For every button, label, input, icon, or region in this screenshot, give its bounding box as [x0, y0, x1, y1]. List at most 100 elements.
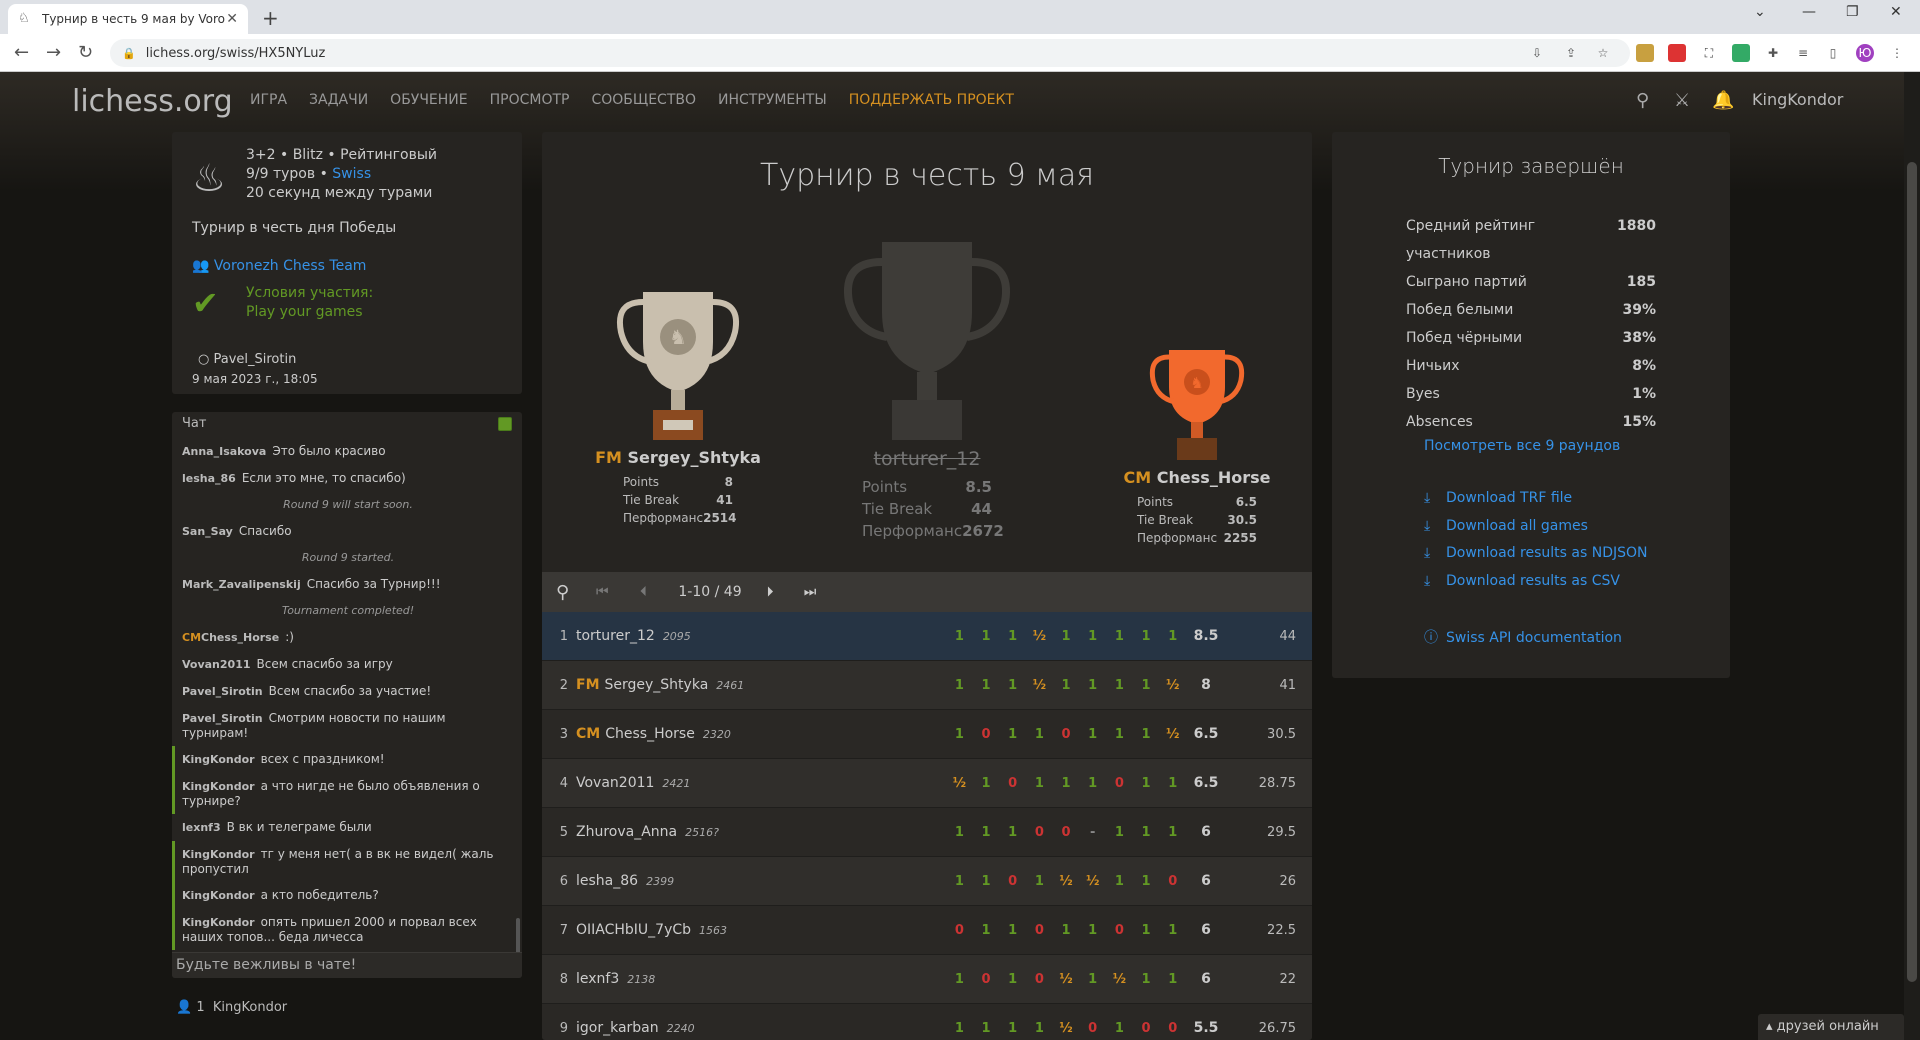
- prev-page-icon[interactable]: ⏴: [640, 584, 670, 600]
- standings-row[interactable]: 9 igor_karban 2240 1 1 1 1 ½ 0 1 0 0 5.5 26.75: [542, 1004, 1312, 1040]
- tab-search-icon[interactable]: ⌄: [1754, 4, 1766, 20]
- share-icon[interactable]: ⇪: [1562, 44, 1580, 62]
- chat-toggle-checkbox[interactable]: [498, 417, 512, 431]
- round-result[interactable]: 1: [1159, 776, 1186, 791]
- player-cell[interactable]: CM Chess_Horse 2320: [576, 726, 946, 742]
- install-icon[interactable]: ⇩: [1528, 44, 1546, 62]
- round-result[interactable]: 0: [1159, 1021, 1186, 1036]
- round-result[interactable]: 1: [946, 825, 973, 840]
- round-result[interactable]: ½: [1053, 874, 1080, 889]
- url-field[interactable]: 🔒 lichess.org/swiss/HX5NYLuz: [110, 39, 1630, 67]
- standings-row[interactable]: 8 lexnf3 2138 1 0 1 0 ½ 1 ½ 1 1 6 22: [542, 955, 1312, 1004]
- round-result[interactable]: 0: [1026, 923, 1053, 938]
- round-result[interactable]: 1: [999, 727, 1026, 742]
- round-result[interactable]: 1: [973, 678, 1000, 693]
- round-result[interactable]: 1: [1159, 923, 1186, 938]
- round-result[interactable]: ½: [1053, 972, 1080, 987]
- round-result[interactable]: ½: [1026, 678, 1053, 693]
- round-result[interactable]: 1: [1159, 629, 1186, 644]
- third-player-name[interactable]: CM Chess_Horse: [1102, 468, 1292, 487]
- round-result[interactable]: 1: [1026, 776, 1053, 791]
- new-tab-button[interactable]: +: [262, 6, 279, 30]
- standings-row[interactable]: 4 Vovan2011 2421 ½ 1 0 1 1 1 0 1 1 6.5 28.75: [542, 759, 1312, 808]
- creator-link[interactable]: ○ Pavel_Sirotin: [198, 352, 296, 367]
- round-result[interactable]: 1: [1106, 825, 1133, 840]
- round-result[interactable]: ½: [946, 776, 973, 791]
- bookmark-star-icon[interactable]: ☆: [1594, 44, 1612, 62]
- round-result[interactable]: 1: [999, 923, 1026, 938]
- round-result[interactable]: 1: [999, 972, 1026, 987]
- round-result[interactable]: 0: [1106, 923, 1133, 938]
- chat-author[interactable]: KingKondor: [182, 889, 255, 902]
- round-result[interactable]: ½: [1106, 972, 1133, 987]
- menu-icon[interactable]: ⋮: [1888, 44, 1906, 62]
- round-result[interactable]: 1: [1133, 923, 1160, 938]
- download-ndjson-link[interactable]: ⤓ Download results as NDJSON: [1424, 545, 1647, 561]
- user-menu[interactable]: KingKondor: [1752, 90, 1843, 109]
- round-result[interactable]: 1: [973, 1021, 1000, 1036]
- round-result[interactable]: 1: [1133, 825, 1160, 840]
- chat-author[interactable]: Pavel_Sirotin: [182, 685, 263, 698]
- round-result[interactable]: 1: [946, 1021, 973, 1036]
- player-cell[interactable]: Zhurova_Anna 2516?: [576, 824, 946, 840]
- round-result[interactable]: 1: [973, 776, 1000, 791]
- round-result[interactable]: 1: [1106, 727, 1133, 742]
- download-trf-link[interactable]: ⤓ Download TRF file: [1424, 490, 1572, 506]
- round-result[interactable]: ½: [1159, 678, 1186, 693]
- round-result[interactable]: 0: [1106, 776, 1133, 791]
- friends-online-box[interactable]: ▴ друзей онлайн: [1758, 1014, 1904, 1040]
- extension-icon[interactable]: [1636, 44, 1654, 62]
- standings-row[interactable]: 3 CM Chess_Horse 2320 1 0 1 1 0 1 1 1 ½ 6.5 30.5: [542, 710, 1312, 759]
- extension-icon[interactable]: [1732, 44, 1750, 62]
- round-result[interactable]: 0: [973, 972, 1000, 987]
- search-icon[interactable]: ⚲: [1636, 90, 1649, 111]
- round-result[interactable]: ½: [1026, 629, 1053, 644]
- round-result[interactable]: 1: [999, 825, 1026, 840]
- scrollbar-thumb[interactable]: [1907, 162, 1917, 982]
- team-link[interactable]: 👥 Voronezh Chess Team: [192, 258, 366, 274]
- round-result[interactable]: 1: [1133, 776, 1160, 791]
- chat-author[interactable]: Pavel_Sirotin: [182, 712, 263, 725]
- round-result[interactable]: 1: [1133, 727, 1160, 742]
- puzzle-icon[interactable]: ✚: [1764, 44, 1782, 62]
- last-page-icon[interactable]: ⏭: [790, 584, 830, 600]
- download-csv-link[interactable]: ⤓ Download results as CSV: [1424, 573, 1620, 589]
- close-tab-icon[interactable]: ✕: [226, 11, 238, 27]
- round-result[interactable]: 1: [973, 629, 1000, 644]
- round-result[interactable]: 1: [1079, 629, 1106, 644]
- round-result[interactable]: 1: [1026, 1021, 1053, 1036]
- player-cell[interactable]: lesha_86 2399: [576, 873, 946, 889]
- round-result[interactable]: 0: [1053, 727, 1080, 742]
- standings-row[interactable]: 6 lesha_86 2399 1 1 0 1 ½ ½ 1 1 0 6 26: [542, 857, 1312, 906]
- chat-author[interactable]: Vovan2011: [182, 658, 251, 671]
- chat-author[interactable]: KingKondor: [182, 753, 255, 766]
- round-result[interactable]: 1: [973, 874, 1000, 889]
- round-result[interactable]: 1: [1159, 825, 1186, 840]
- standings-row[interactable]: 1 torturer_12 2095 1 1 1 ½ 1 1 1 1 1 8.5 44: [542, 612, 1312, 661]
- chat-author[interactable]: lexnf3: [182, 821, 221, 834]
- round-result[interactable]: 1: [1106, 629, 1133, 644]
- chat-input[interactable]: Будьте вежливы в чате!: [172, 952, 522, 978]
- round-result[interactable]: 1: [1106, 874, 1133, 889]
- nav-play[interactable]: ИГРА: [250, 92, 287, 108]
- round-result[interactable]: 1: [973, 923, 1000, 938]
- round-result[interactable]: 1: [946, 874, 973, 889]
- round-result[interactable]: 1: [946, 629, 973, 644]
- chat-author[interactable]: lesha_86: [182, 472, 236, 485]
- round-result[interactable]: 1: [1079, 678, 1106, 693]
- browser-tab[interactable]: ♘ Турнир в честь 9 мая by Voronez ✕: [8, 4, 248, 34]
- nav-learn[interactable]: ОБУЧЕНИЕ: [390, 92, 467, 108]
- player-cell[interactable]: igor_karban 2240: [576, 1020, 946, 1036]
- profile-avatar[interactable]: Ю: [1856, 44, 1874, 62]
- nav-community[interactable]: СООБЩЕСТВО: [591, 92, 696, 108]
- round-result[interactable]: ½: [1079, 874, 1106, 889]
- chat-author[interactable]: Mark_Zavalipenskij: [182, 578, 301, 591]
- round-result[interactable]: 1: [973, 825, 1000, 840]
- round-result[interactable]: 0: [1026, 825, 1053, 840]
- player-cell[interactable]: torturer_12 2095: [576, 628, 946, 644]
- round-result[interactable]: 0: [999, 776, 1026, 791]
- chat-author[interactable]: KingKondor: [182, 848, 255, 861]
- first-page-icon[interactable]: ⏮: [596, 584, 640, 600]
- round-result[interactable]: 1: [999, 678, 1026, 693]
- player-cell[interactable]: OIIACHbIU_7yCb 1563: [576, 922, 946, 938]
